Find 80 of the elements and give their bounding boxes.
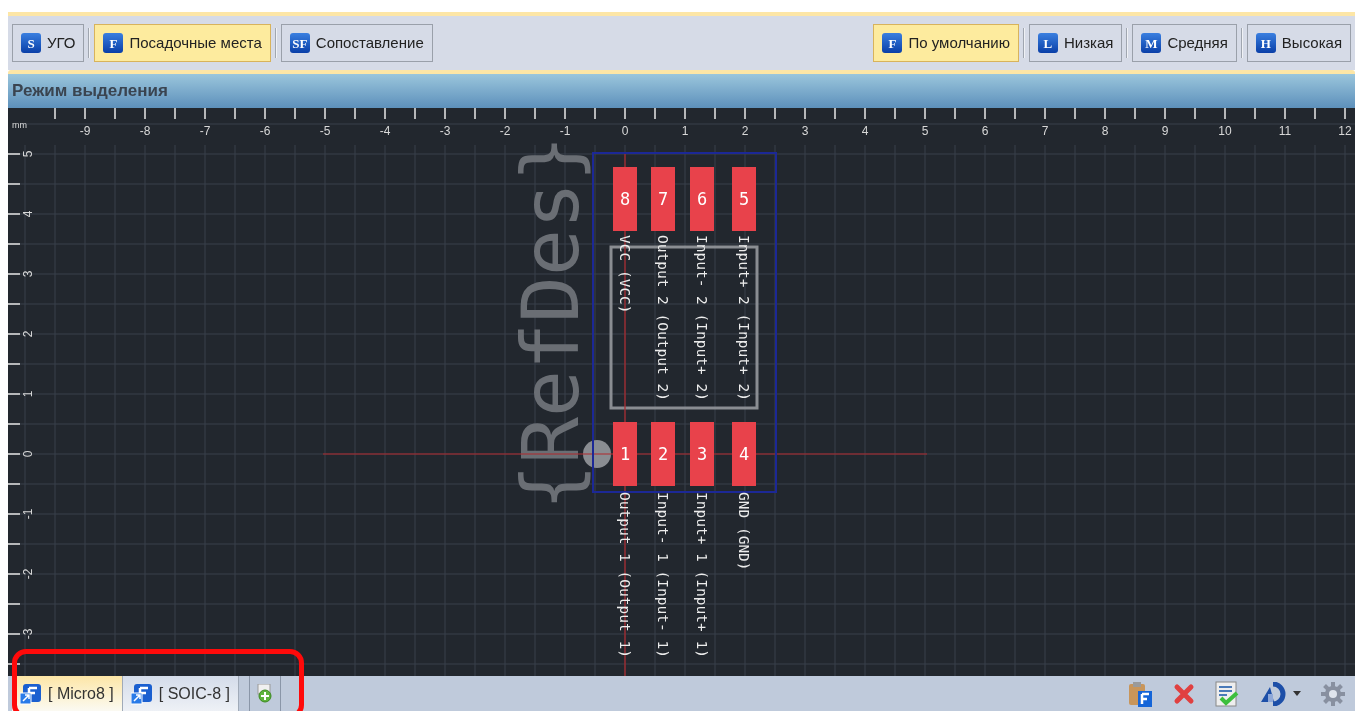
letter-icon: S — [21, 33, 41, 53]
ruler-label: 5 — [21, 150, 35, 158]
ruler-label: 1 — [21, 390, 35, 398]
ruler-label: 9 — [1161, 124, 1169, 138]
ruler-label: -2 — [21, 568, 35, 580]
pin-label: Input- 1 (Input- 1) — [655, 492, 671, 658]
toolbar-button[interactable]: L Низкая — [1028, 24, 1123, 62]
ruler-label: -8 — [139, 124, 151, 138]
delete-icon[interactable] — [1173, 682, 1195, 705]
letter-icon: F — [882, 33, 903, 53]
pin-label: Input- 2 (Input+ 2) — [694, 235, 710, 401]
caret-icon[interactable] — [1293, 691, 1301, 696]
ruler-label: 6 — [981, 124, 989, 138]
pad-number: 8 — [619, 189, 631, 209]
pad-number: 6 — [696, 189, 708, 209]
clipboard-icon[interactable] — [1127, 680, 1153, 707]
pad — [651, 422, 675, 486]
letter-icon: SF — [289, 33, 310, 53]
toolbar-button[interactable]: H Высокая — [1246, 24, 1351, 62]
ruler-label: 5 — [921, 124, 929, 138]
ruler-label: 0 — [621, 124, 629, 138]
footprint-icon — [130, 682, 153, 705]
letter-icon: M — [1141, 33, 1162, 53]
ruler-label: -1 — [21, 508, 35, 520]
ruler-label: 7 — [1041, 124, 1049, 138]
pad-number: 4 — [738, 444, 750, 464]
pad — [613, 422, 637, 486]
pin-label: Output 1 (Output 1) — [617, 492, 633, 658]
pin-label: Input+ 1 (Input+ 1) — [694, 492, 710, 658]
ruler-label: -4 — [379, 124, 391, 138]
document-tab[interactable]: [ SOIC-8 ] — [122, 676, 239, 711]
panel-title: Режим выделения — [12, 80, 168, 103]
pad — [732, 167, 756, 231]
ruler-label: 2 — [21, 330, 35, 338]
pad-number: 3 — [696, 444, 708, 464]
footprint-icon — [20, 682, 42, 705]
toolbar-button[interactable]: F Посадочные места — [94, 24, 271, 62]
toolbar-button[interactable]: M Средняя — [1132, 24, 1237, 62]
ruler-label: 2 — [741, 124, 749, 138]
pad — [613, 167, 637, 231]
ruler-label: -9 — [79, 124, 91, 138]
pin-label: Output 2 (Output 2) — [655, 235, 671, 401]
pad — [690, 167, 714, 231]
pin-label: VCC (VCC) — [617, 235, 633, 314]
ruler-label: -2 — [499, 124, 511, 138]
pad — [690, 422, 714, 486]
ruler-label: -3 — [439, 124, 451, 138]
letter-icon: H — [1255, 33, 1276, 53]
pad-number: 7 — [657, 189, 669, 209]
pin-label: GND (GND) — [736, 492, 752, 571]
pad — [651, 167, 675, 231]
letter-icon: F — [103, 33, 124, 53]
letter-icon: L — [1037, 33, 1058, 53]
ruler-label: -3 — [21, 628, 35, 640]
ruler-label: -5 — [319, 124, 331, 138]
ruler-label: 8 — [1101, 124, 1109, 138]
ruler-label: -7 — [199, 124, 211, 138]
ruler-label: 4 — [861, 124, 869, 138]
ruler-label: 1 — [681, 124, 689, 138]
ruler-label: 10 — [1218, 124, 1232, 138]
refdes-label: {RefDes} — [506, 135, 596, 511]
ruler-label: 3 — [801, 124, 809, 138]
toolbar-button[interactable]: S УГО — [12, 24, 85, 62]
ruler-label: -1 — [559, 124, 571, 138]
ruler-label: 12 — [1338, 124, 1352, 138]
pad-number: 1 — [619, 444, 631, 464]
pad-number: 5 — [738, 189, 750, 209]
ruler-label: 0 — [21, 450, 35, 458]
toolbar-button[interactable]: F По умолчанию — [873, 24, 1019, 62]
ruler-label: -6 — [259, 124, 271, 138]
unit-label: mm — [12, 120, 27, 130]
pad-number: 2 — [657, 444, 669, 464]
add-tab-icon[interactable] — [255, 683, 274, 704]
toolbar-button[interactable]: SF Сопоставление — [280, 24, 433, 62]
pad — [732, 422, 756, 486]
ruler-label: 11 — [1278, 124, 1292, 138]
ruler-label: 3 — [21, 270, 35, 278]
pin-label: Input+ 2 (Input+ 2) — [736, 235, 752, 401]
ruler-label: 4 — [21, 210, 35, 218]
checklist-icon[interactable] — [1215, 680, 1239, 707]
